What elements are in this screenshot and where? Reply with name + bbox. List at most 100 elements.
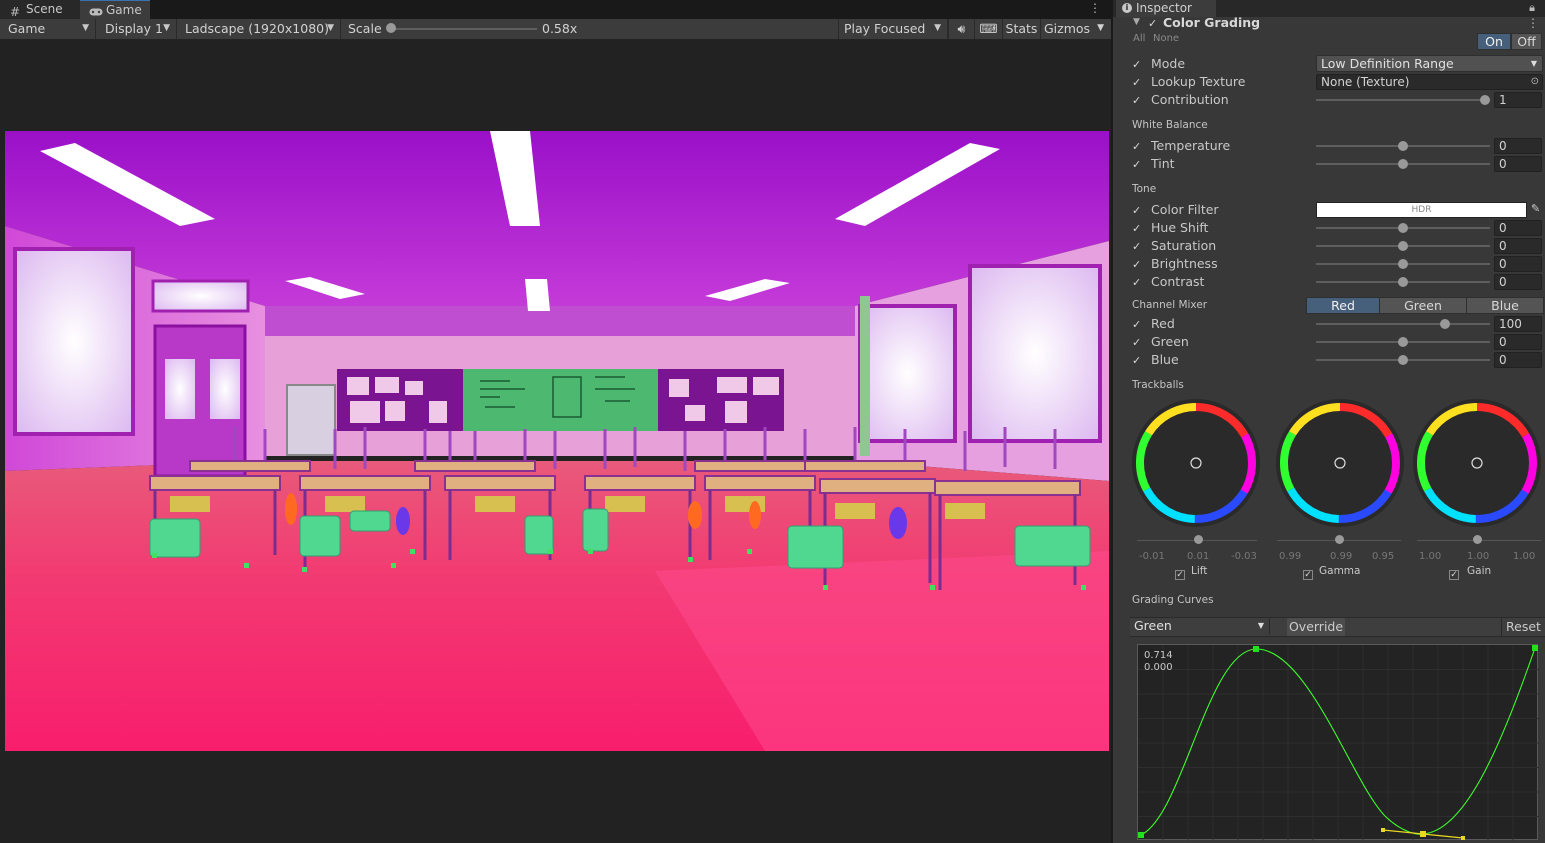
mixer-tab-green[interactable]: Green xyxy=(1379,297,1467,314)
mixer-green-checkbox[interactable]: ✓ xyxy=(1132,337,1143,348)
object-picker-icon[interactable]: ⊙ xyxy=(1531,75,1539,89)
tangent-point xyxy=(1381,828,1385,832)
contrast-checkbox[interactable]: ✓ xyxy=(1132,277,1143,288)
lookup-texture-field[interactable]: None (Texture) ⊙ xyxy=(1316,74,1543,90)
color-filter-checkbox[interactable]: ✓ xyxy=(1132,205,1143,216)
saturation-slider-thumb[interactable] xyxy=(1398,241,1408,251)
view-dropdown[interactable]: Game ▼ xyxy=(0,19,96,39)
tint-slider-thumb[interactable] xyxy=(1398,159,1408,169)
all-toggle-label[interactable]: All xyxy=(1133,33,1145,44)
gizmos-dropdown[interactable]: Gizmos ▼ xyxy=(1040,19,1110,39)
scale-slider-track[interactable] xyxy=(392,28,537,30)
component-enabled-checkbox[interactable]: ✓ xyxy=(1148,18,1159,29)
lift-label: Lift xyxy=(1191,565,1208,577)
tab-scene-label: Scene xyxy=(26,2,63,16)
tab-inspector-label: Inspector xyxy=(1136,1,1192,15)
mixer-red-label: Red xyxy=(1151,316,1175,331)
contribution-checkbox[interactable]: ✓ xyxy=(1132,95,1143,106)
eyedropper-icon[interactable]: ✎ xyxy=(1531,202,1540,215)
component-menu-icon[interactable]: ⋮ xyxy=(1527,16,1539,30)
hue-shift-slider-thumb[interactable] xyxy=(1398,223,1408,233)
off-button[interactable]: Off xyxy=(1511,33,1542,50)
mixer-blue-checkbox[interactable]: ✓ xyxy=(1132,355,1143,366)
mixer-red-value[interactable]: 100 xyxy=(1494,316,1542,332)
hue-shift-value[interactable]: 0 xyxy=(1494,220,1542,236)
tab-scene[interactable]: # Scene xyxy=(0,0,80,19)
saturation-checkbox[interactable]: ✓ xyxy=(1132,241,1143,252)
brightness-checkbox[interactable]: ✓ xyxy=(1132,259,1143,270)
mixer-blue-slider-thumb[interactable] xyxy=(1398,355,1408,365)
chevron-down-icon: ▼ xyxy=(1530,59,1537,68)
info-icon: i xyxy=(1122,3,1132,13)
gamma-slider-thumb[interactable] xyxy=(1335,535,1344,544)
brightness-slider-thumb[interactable] xyxy=(1398,259,1408,269)
lock-icon[interactable]: 🔒︎ xyxy=(1529,1,1535,15)
none-toggle-label[interactable]: None xyxy=(1153,33,1179,44)
mixer-green-value[interactable]: 0 xyxy=(1494,334,1542,350)
lift-trackball[interactable] xyxy=(1130,395,1260,530)
override-button[interactable]: Override xyxy=(1287,618,1345,636)
contribution-value[interactable]: 1 xyxy=(1494,92,1542,108)
scale-slider-thumb[interactable] xyxy=(386,23,396,33)
mixer-red-slider-track[interactable] xyxy=(1316,323,1490,325)
tab-game-label: Game xyxy=(106,3,142,17)
on-button[interactable]: On xyxy=(1477,33,1511,50)
tangent-point xyxy=(1461,836,1465,840)
temperature-checkbox[interactable]: ✓ xyxy=(1132,141,1143,152)
lookup-checkbox[interactable]: ✓ xyxy=(1132,77,1143,88)
contribution-slider-thumb[interactable] xyxy=(1480,95,1490,105)
mixer-blue-value[interactable]: 0 xyxy=(1494,352,1542,368)
mixer-green-slider-thumb[interactable] xyxy=(1398,337,1408,347)
mixer-red-slider-thumb[interactable] xyxy=(1440,319,1450,329)
tint-checkbox[interactable]: ✓ xyxy=(1132,159,1143,170)
tab-game[interactable]: Game xyxy=(80,0,150,19)
temperature-value[interactable]: 0 xyxy=(1494,138,1542,154)
contribution-slider-track[interactable] xyxy=(1316,99,1490,101)
game-viewport[interactable] xyxy=(5,131,1109,751)
brightness-value[interactable]: 0 xyxy=(1494,256,1542,272)
lookup-texture-value: None (Texture) xyxy=(1321,75,1410,89)
mode-checkbox[interactable]: ✓ xyxy=(1132,59,1143,70)
curve-graph[interactable] xyxy=(1138,645,1539,841)
foldout-arrow-icon[interactable]: ▼ xyxy=(1133,17,1140,27)
resolution-dropdown[interactable]: Ladscape (1920x1080) ▼ xyxy=(177,19,341,39)
gain-r-value: 1.00 xyxy=(1419,551,1442,562)
lift-slider-thumb[interactable] xyxy=(1194,535,1203,544)
mode-dropdown[interactable]: Low Definition Range ▼ xyxy=(1316,55,1543,72)
curve-channel-value: Green xyxy=(1134,618,1172,633)
gamma-enable-checkbox[interactable]: ✓ xyxy=(1303,570,1313,580)
tint-value[interactable]: 0 xyxy=(1494,156,1542,172)
chevron-down-icon: ▼ xyxy=(163,23,170,33)
mixer-red-checkbox[interactable]: ✓ xyxy=(1132,319,1143,330)
reset-button[interactable]: Reset xyxy=(1501,618,1545,636)
temperature-slider-thumb[interactable] xyxy=(1398,141,1408,151)
mixer-tab-blue[interactable]: Blue xyxy=(1466,297,1544,314)
tint-label: Tint xyxy=(1151,156,1175,171)
gamma-b-value: 0.95 xyxy=(1372,551,1395,562)
curve-channel-dropdown[interactable]: Green ▼ xyxy=(1130,618,1270,635)
curve-editor[interactable]: 0.714 0.000 xyxy=(1137,644,1539,841)
saturation-value[interactable]: 0 xyxy=(1494,238,1542,254)
gizmos-label: Gizmos xyxy=(1044,21,1091,36)
temperature-label: Temperature xyxy=(1151,138,1231,153)
kebab-menu-icon[interactable]: ⋮ xyxy=(1089,1,1101,15)
contrast-slider-thumb[interactable] xyxy=(1398,277,1408,287)
hue-shift-checkbox[interactable]: ✓ xyxy=(1132,223,1143,234)
mixer-tab-red[interactable]: Red xyxy=(1306,297,1380,314)
contrast-value[interactable]: 0 xyxy=(1494,274,1542,290)
lift-enable-checkbox[interactable]: ✓ xyxy=(1175,570,1185,580)
display-dropdown[interactable]: Display 1 ▼ xyxy=(97,19,177,39)
stats-button[interactable]: Stats xyxy=(1002,19,1040,39)
gain-trackball[interactable] xyxy=(1410,395,1545,530)
color-filter-swatch[interactable]: HDR xyxy=(1316,202,1527,218)
gain-enable-checkbox[interactable]: ✓ xyxy=(1449,570,1459,580)
curve-readout-time: 0.000 xyxy=(1144,662,1173,673)
gamma-trackball[interactable] xyxy=(1270,395,1404,530)
curve-readout-value: 0.714 xyxy=(1144,650,1173,661)
gain-slider-thumb[interactable] xyxy=(1473,535,1482,544)
shortcuts-button[interactable]: ⌨︎ xyxy=(974,19,1002,39)
brightness-label: Brightness xyxy=(1151,256,1218,271)
play-mode-dropdown[interactable]: Play Focused ▼ xyxy=(838,19,948,39)
mute-audio-button[interactable]: 🔊︎ xyxy=(948,19,974,39)
trackballs-heading: Trackballs xyxy=(1132,379,1184,391)
